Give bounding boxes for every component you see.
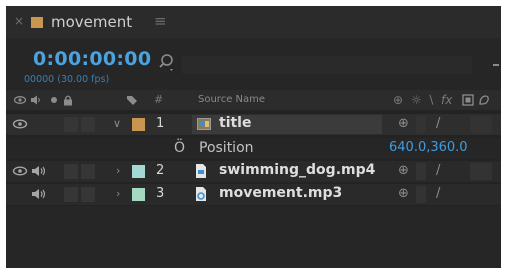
effects-switch-header-icon[interactable]: fx — [441, 93, 452, 107]
lock-column-icon[interactable] — [62, 94, 74, 106]
quality-slash-icon[interactable]: / — [436, 116, 440, 131]
timeline-controls: 0:00:00:00 00000 (30.00 fps) — [6, 38, 501, 90]
layer-name: title — [219, 115, 252, 131]
switch-cell[interactable] — [416, 186, 426, 203]
layer-name: movement.mp3 — [219, 185, 343, 201]
chevron-down-icon[interactable]: ∨ — [113, 117, 121, 130]
chevron-right-icon[interactable]: › — [116, 164, 120, 177]
current-time-display[interactable]: 0:00:00:00 — [33, 48, 151, 70]
video-file-icon — [196, 164, 206, 178]
switch-cell[interactable] — [416, 116, 426, 133]
layer-number: 3 — [156, 186, 165, 201]
switch-cell[interactable] — [416, 163, 426, 180]
shy-switch-icon[interactable]: ⊕ — [398, 163, 409, 178]
solo-toggle[interactable] — [64, 117, 78, 132]
composition-color-swatch — [31, 17, 43, 28]
layer-label-color[interactable] — [132, 118, 145, 131]
close-tab-icon[interactable]: × — [14, 14, 24, 28]
frame-blend-header-icon[interactable] — [462, 94, 474, 106]
frame-rate-display: 00000 (30.00 fps) — [24, 74, 110, 85]
video-column-eye-icon[interactable] — [14, 94, 26, 106]
layer-name: swimming_dog.mp4 — [219, 162, 376, 178]
switch-cell[interactable] — [470, 163, 492, 180]
audio-speaker-icon[interactable] — [31, 164, 47, 178]
layer-row-swimming-dog[interactable]: › 2 swimming_dog.mp4 ⊕ / — [6, 161, 501, 182]
layer-column-header: # Source Name ⊕ ☼ ∖ fx — [6, 90, 501, 110]
layer-label-color[interactable] — [132, 165, 145, 178]
lock-toggle[interactable] — [81, 117, 95, 132]
lock-toggle[interactable] — [81, 164, 95, 179]
audio-file-icon — [196, 187, 206, 201]
motion-blur-header-icon[interactable] — [478, 94, 490, 106]
source-name-column-header[interactable]: Source Name — [198, 94, 265, 105]
stopwatch-icon[interactable]: Ö — [174, 140, 185, 156]
layer-label-color[interactable] — [132, 188, 145, 201]
panel-tab-bar: × movement ≡ — [6, 6, 501, 38]
layer-search-input[interactable] — [182, 56, 472, 74]
quality-slash-icon[interactable]: / — [436, 186, 440, 201]
solo-toggle[interactable] — [64, 187, 78, 202]
layer-number: 2 — [156, 163, 165, 178]
empty-layer-area[interactable] — [6, 206, 501, 268]
switch-cell[interactable] — [470, 116, 492, 133]
position-value[interactable]: 640.0,360.0 — [389, 140, 468, 155]
layer-row-movement-mp3[interactable]: › 3 movement.mp3 ⊕ / — [6, 184, 501, 205]
property-row-position[interactable]: Ö Position 640.0,360.0 — [6, 138, 501, 159]
layer-number-column-header: # — [154, 93, 164, 106]
collapse-switch-header-icon[interactable]: ☼ — [411, 93, 422, 107]
layer-number: 1 — [156, 116, 165, 131]
timeline-panel: × movement ≡ 0:00:00:00 00000 (30.00 fps… — [6, 6, 501, 268]
chevron-right-icon[interactable]: › — [116, 187, 120, 200]
shy-switch-icon[interactable]: ⊕ — [398, 116, 409, 131]
audio-speaker-icon[interactable] — [31, 187, 47, 201]
audio-column-speaker-icon[interactable] — [30, 94, 42, 106]
text-layer-icon — [197, 118, 211, 130]
quality-slash-icon[interactable]: / — [436, 163, 440, 178]
shy-switch-header-icon[interactable]: ⊕ — [393, 93, 403, 107]
composition-tab-title[interactable]: movement — [51, 13, 132, 31]
timeline-marker-icon — [493, 64, 499, 66]
search-icon[interactable] — [158, 52, 178, 74]
shy-switch-icon[interactable]: ⊕ — [398, 186, 409, 201]
solo-column-dot-icon[interactable] — [48, 94, 60, 106]
layer-row-title[interactable]: ∨ 1 title ⊕ / — [6, 114, 501, 135]
lock-toggle[interactable] — [81, 187, 95, 202]
property-name: Position — [199, 140, 254, 156]
video-visibility-eye-icon[interactable] — [12, 117, 28, 131]
solo-toggle[interactable] — [64, 164, 78, 179]
label-column-tag-icon[interactable] — [126, 94, 138, 106]
panel-menu-icon[interactable]: ≡ — [154, 12, 167, 30]
quality-switch-header-icon[interactable]: ∖ — [427, 93, 435, 107]
video-visibility-eye-icon[interactable] — [12, 164, 28, 178]
